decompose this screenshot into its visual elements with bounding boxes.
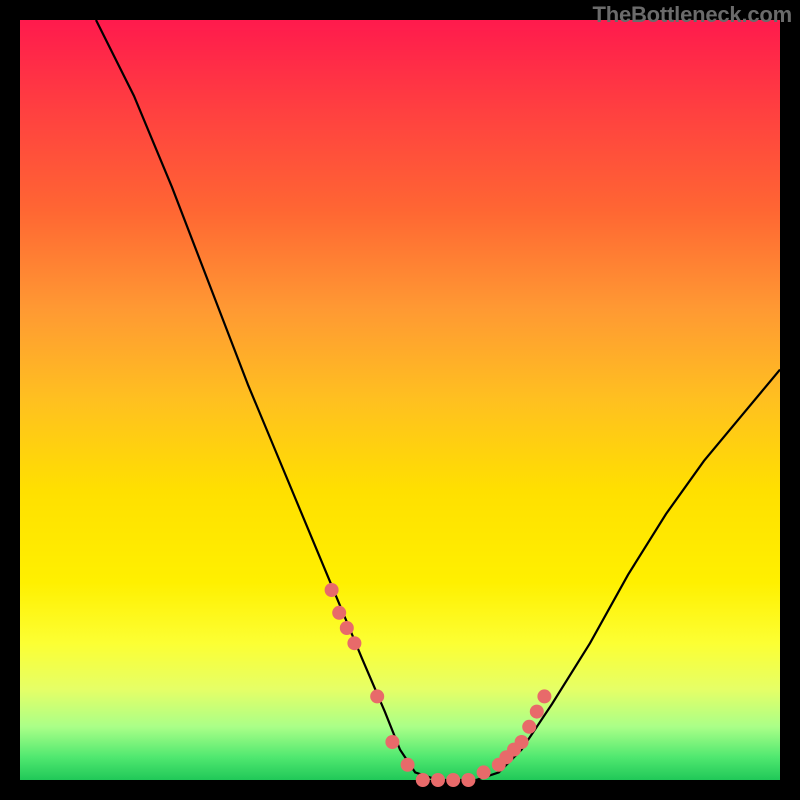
marker-dot <box>416 773 430 787</box>
marker-dot <box>325 583 339 597</box>
marker-dot <box>461 773 475 787</box>
marker-dot <box>385 735 399 749</box>
marker-dot <box>446 773 460 787</box>
marker-dot <box>530 705 544 719</box>
marker-dot <box>537 689 551 703</box>
plot-area <box>20 20 780 780</box>
marker-group <box>325 583 552 787</box>
marker-dot <box>347 636 361 650</box>
chart-frame: TheBottleneck.com <box>0 0 800 800</box>
curve-layer <box>20 20 780 780</box>
bottleneck-curve <box>96 20 780 780</box>
marker-dot <box>477 765 491 779</box>
marker-dot <box>332 606 346 620</box>
marker-dot <box>515 735 529 749</box>
marker-dot <box>431 773 445 787</box>
marker-dot <box>340 621 354 635</box>
marker-dot <box>370 689 384 703</box>
marker-dot <box>401 758 415 772</box>
watermark-text: TheBottleneck.com <box>592 2 792 28</box>
marker-dot <box>522 720 536 734</box>
